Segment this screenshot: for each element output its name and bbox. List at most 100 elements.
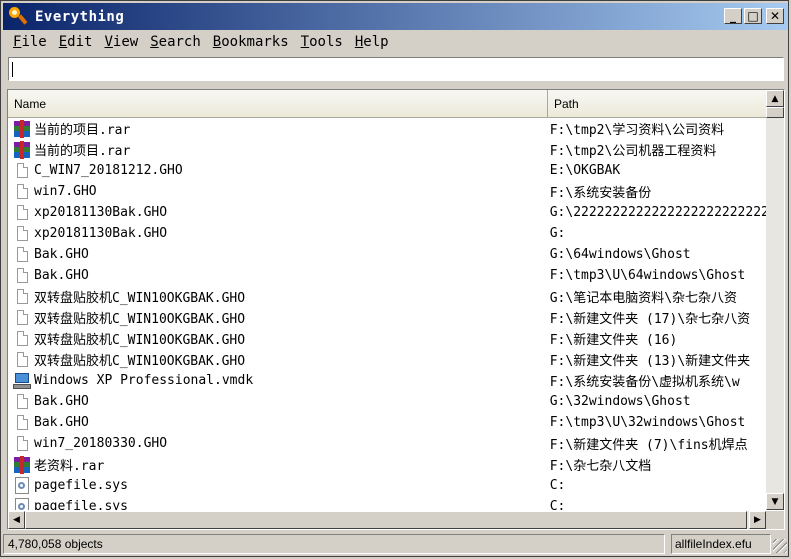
vertical-scrollbar[interactable]: ▲ ▼ bbox=[766, 90, 784, 510]
name-cell: Bak.GHO bbox=[8, 267, 544, 285]
resize-grip-icon[interactable] bbox=[773, 539, 787, 553]
scroll-down-button[interactable]: ▼ bbox=[766, 493, 784, 510]
document-icon bbox=[12, 330, 32, 348]
name-cell: win7.GHO bbox=[8, 183, 544, 201]
name-cell: pagefile.sys bbox=[8, 498, 544, 510]
results-list[interactable]: Name Path 当前的项目.rar F:\tmp2\学习资料\公司资料 当前的项… bbox=[7, 89, 785, 530]
column-header-path[interactable]: Path bbox=[548, 90, 766, 118]
table-row[interactable]: xp20181130Bak.GHO G:\22222222222222222222… bbox=[8, 202, 766, 223]
table-row[interactable]: 双转盘贴胶机C_WIN10OKGBAK.GHO F:\新建文件夹 (13)\新建文… bbox=[8, 349, 766, 370]
menu-item-search[interactable]: Search bbox=[144, 34, 207, 50]
file-path: F:\杂七杂八文档 bbox=[549, 459, 652, 474]
name-cell: 双转盘贴胶机C_WIN10OKGBAK.GHO bbox=[8, 350, 544, 369]
file-name: C_WIN7_20181212.GHO bbox=[34, 163, 183, 178]
menu-item-edit[interactable]: Edit bbox=[53, 34, 99, 50]
table-row[interactable]: pagefile.sys C: bbox=[8, 496, 766, 510]
file-name: xp20181130Bak.GHO bbox=[34, 226, 168, 241]
status-bar: 4,780,058 objects allfileIndex.efu bbox=[3, 534, 788, 556]
object-count: 4,780,058 objects bbox=[3, 534, 665, 554]
file-path: F:\tmp3\U\64windows\Ghost bbox=[549, 268, 746, 283]
column-header: Name Path bbox=[8, 90, 766, 118]
scroll-right-button[interactable]: ▶ bbox=[749, 511, 766, 529]
file-name: Bak.GHO bbox=[34, 394, 89, 409]
search-input[interactable] bbox=[8, 57, 784, 81]
table-row[interactable]: 当前的项目.rar F:\tmp2\学习资料\公司资料 bbox=[8, 118, 766, 139]
table-row[interactable]: 双转盘贴胶机C_WIN10OKGBAK.GHO G:\笔记本电脑资料\杂七杂八资 bbox=[8, 286, 766, 307]
name-cell: pagefile.sys bbox=[8, 477, 544, 495]
table-row[interactable]: Bak.GHO F:\tmp3\U\64windows\Ghost bbox=[8, 265, 766, 286]
file-path: G:\64windows\Ghost bbox=[549, 247, 691, 262]
file-name: 老资料.rar bbox=[34, 459, 105, 474]
document-icon bbox=[12, 183, 32, 201]
name-cell: Bak.GHO bbox=[8, 393, 544, 411]
menu-item-view[interactable]: View bbox=[98, 34, 144, 50]
close-button[interactable]: ✕ bbox=[766, 8, 784, 24]
table-row[interactable]: Bak.GHO G:\32windows\Ghost bbox=[8, 391, 766, 412]
table-row[interactable]: Bak.GHO F:\tmp3\U\32windows\Ghost bbox=[8, 412, 766, 433]
scroll-up-button[interactable]: ▲ bbox=[766, 90, 784, 107]
file-path: G:\32windows\Ghost bbox=[549, 394, 691, 409]
table-row[interactable]: Bak.GHO G:\64windows\Ghost bbox=[8, 244, 766, 265]
table-row[interactable]: 双转盘贴胶机C_WIN10OKGBAK.GHO F:\新建文件夹 (16) bbox=[8, 328, 766, 349]
document-icon bbox=[12, 393, 32, 411]
file-path: F:\新建文件夹 (17)\杂七杂八资 bbox=[549, 312, 751, 327]
table-row[interactable]: pagefile.sys C: bbox=[8, 475, 766, 496]
file-name: win7.GHO bbox=[34, 184, 97, 199]
scroll-left-button[interactable]: ◀ bbox=[8, 511, 25, 529]
file-path: G:\2222222222222222222222222 bbox=[549, 205, 766, 220]
table-row[interactable]: win7_20180330.GHO F:\新建文件夹 (7)\fins机焊点 bbox=[8, 433, 766, 454]
table-row[interactable]: 双转盘贴胶机C_WIN10OKGBAK.GHO F:\新建文件夹 (17)\杂七杂… bbox=[8, 307, 766, 328]
file-name: Bak.GHO bbox=[34, 268, 89, 283]
name-cell: C_WIN7_20181212.GHO bbox=[8, 162, 544, 180]
name-cell: 当前的项目.rar bbox=[8, 119, 544, 138]
index-file-name: allfileIndex.efu bbox=[671, 534, 771, 554]
file-name: 双转盘贴胶机C_WIN10OKGBAK.GHO bbox=[34, 291, 246, 306]
file-name: 当前的项目.rar bbox=[34, 144, 131, 159]
table-row[interactable]: xp20181130Bak.GHO G: bbox=[8, 223, 766, 244]
file-path: C: bbox=[549, 499, 566, 510]
file-name: win7_20180330.GHO bbox=[34, 436, 168, 451]
title-bar[interactable]: Everything _ □ ✕ bbox=[3, 3, 788, 30]
magnifier-icon bbox=[8, 6, 30, 28]
name-cell: xp20181130Bak.GHO bbox=[8, 204, 544, 222]
minimize-button[interactable]: _ bbox=[724, 8, 742, 24]
table-row[interactable]: win7.GHO F:\系统安装备份 bbox=[8, 181, 766, 202]
name-cell: xp20181130Bak.GHO bbox=[8, 225, 544, 243]
maximize-button[interactable]: □ bbox=[744, 8, 762, 24]
file-path: F:\系统安装备份\虚拟机系统\w bbox=[549, 375, 740, 390]
document-icon bbox=[12, 288, 32, 306]
file-path: C: bbox=[549, 478, 566, 493]
sys-file-icon bbox=[12, 477, 32, 495]
table-row[interactable]: C_WIN7_20181212.GHO E:\OKGBAK bbox=[8, 160, 766, 181]
menu-item-tools[interactable]: Tools bbox=[295, 34, 349, 50]
file-name: Bak.GHO bbox=[34, 247, 89, 262]
table-row[interactable]: 当前的项目.rar F:\tmp2\公司机器工程资料 bbox=[8, 139, 766, 160]
column-header-name[interactable]: Name bbox=[8, 90, 548, 118]
menu-item-file[interactable]: File bbox=[3, 34, 53, 50]
document-icon bbox=[12, 204, 32, 222]
file-path: F:\tmp3\U\32windows\Ghost bbox=[549, 415, 746, 430]
sys-file-icon bbox=[12, 498, 32, 510]
file-name: 双转盘贴胶机C_WIN10OKGBAK.GHO bbox=[34, 354, 246, 369]
rar-icon bbox=[12, 119, 32, 138]
menu-item-bookmarks[interactable]: Bookmarks bbox=[207, 34, 295, 50]
document-icon bbox=[12, 246, 32, 264]
result-rows: 当前的项目.rar F:\tmp2\学习资料\公司资料 当前的项目.rar F:\tm… bbox=[8, 118, 766, 510]
name-cell: 老资料.rar bbox=[8, 455, 544, 474]
file-name: Windows XP Professional.vmdk bbox=[34, 373, 254, 388]
document-icon bbox=[12, 162, 32, 180]
file-path: G:\笔记本电脑资料\杂七杂八资 bbox=[549, 291, 738, 306]
file-name: 双转盘贴胶机C_WIN10OKGBAK.GHO bbox=[34, 312, 246, 327]
table-row[interactable]: Windows XP Professional.vmdk F:\系统安装备份\虚拟… bbox=[8, 370, 766, 391]
rar-icon bbox=[12, 455, 32, 474]
document-icon bbox=[12, 414, 32, 432]
menu-item-help[interactable]: Help bbox=[349, 34, 395, 50]
horizontal-scrollbar[interactable]: ◀ ▶ bbox=[8, 511, 766, 529]
horizontal-scroll-thumb[interactable] bbox=[25, 511, 747, 529]
file-path: F:\新建文件夹 (7)\fins机焊点 bbox=[549, 438, 748, 453]
file-name: 当前的项目.rar bbox=[34, 123, 131, 138]
vertical-scroll-thumb[interactable] bbox=[766, 107, 784, 118]
table-row[interactable]: 老资料.rar F:\杂七杂八文档 bbox=[8, 454, 766, 475]
name-cell: Bak.GHO bbox=[8, 414, 544, 432]
file-path: F:\新建文件夹 (13)\新建文件夹 bbox=[549, 354, 751, 369]
